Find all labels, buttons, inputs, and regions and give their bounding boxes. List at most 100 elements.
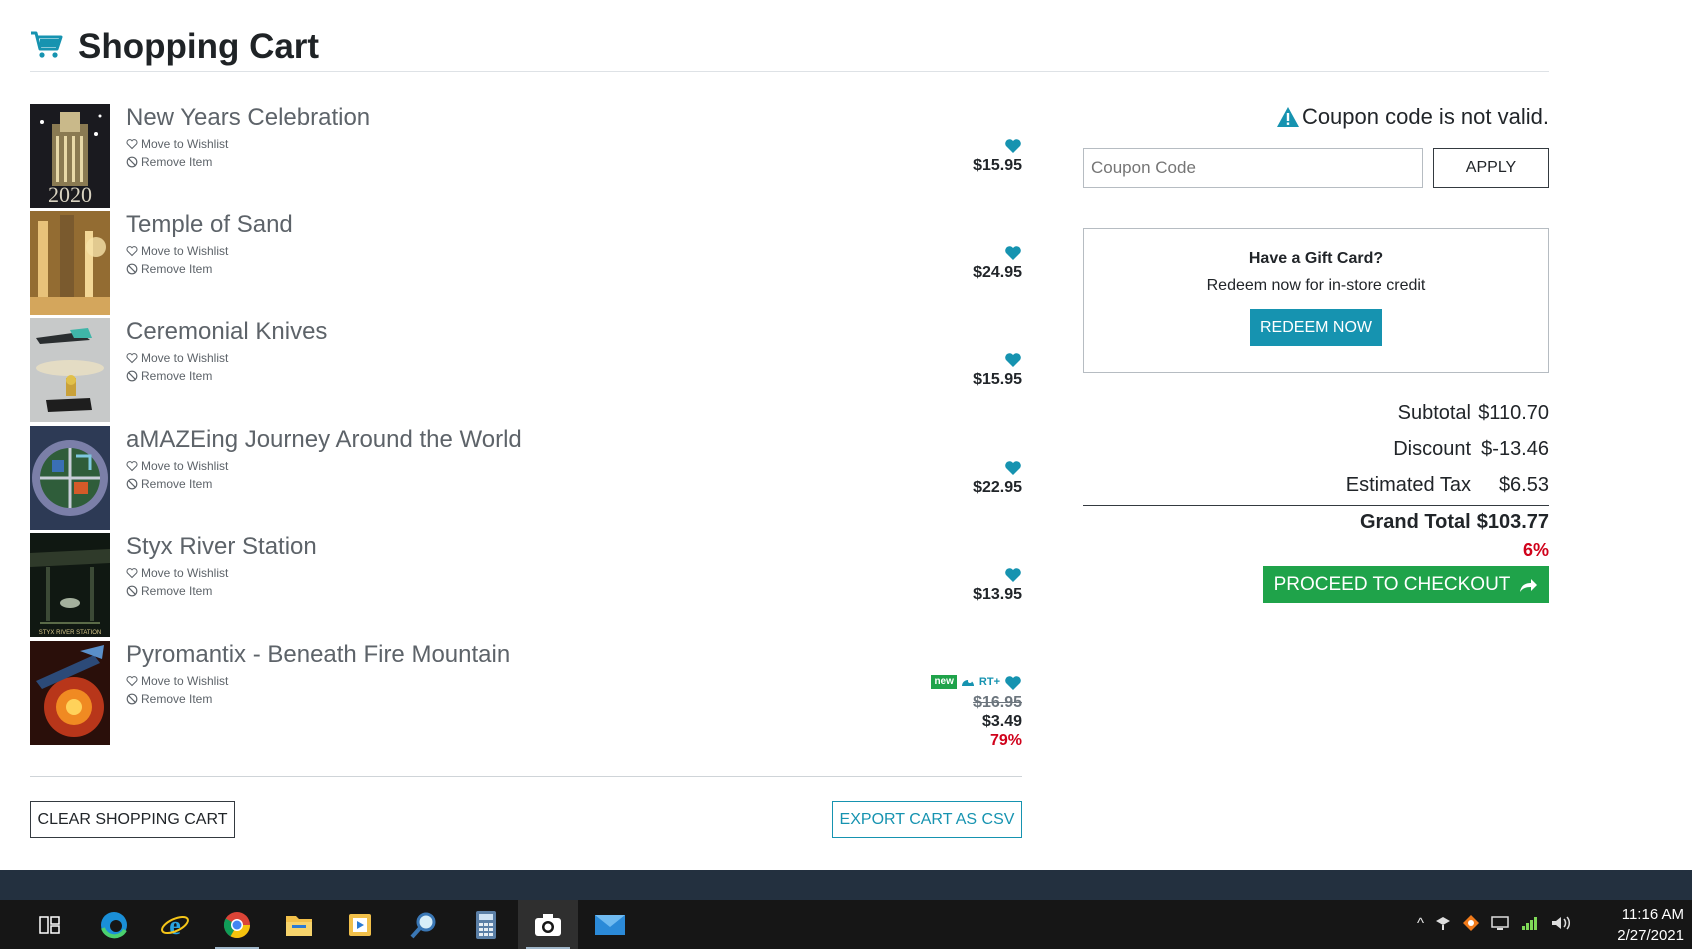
redeem-now-button[interactable]: REDEEM NOW xyxy=(1250,309,1382,346)
file-explorer-icon[interactable] xyxy=(269,900,329,949)
item-thumbnail[interactable] xyxy=(30,641,110,745)
item-title[interactable]: Styx River Station xyxy=(126,533,317,561)
item-thumbnail[interactable] xyxy=(30,318,110,422)
heart-outline-icon xyxy=(126,139,138,150)
heart-icon[interactable] xyxy=(1004,567,1022,583)
clear-cart-button[interactable]: CLEAR SHOPPING CART xyxy=(30,801,235,838)
item-title[interactable]: Ceremonial Knives xyxy=(126,318,327,346)
cart-item: Ceremonial Knives Move to Wishlist Remov… xyxy=(30,318,1022,423)
thumbnail-caption: 2020 xyxy=(48,182,92,207)
savings-percent: 6% xyxy=(1522,540,1549,560)
shopping-cart-page: Shopping Cart 2020 New Years Celebration… xyxy=(0,0,1692,870)
item-thumbnail[interactable]: 2020 xyxy=(30,104,110,208)
svg-text:e: e xyxy=(169,911,181,940)
subtotal-value: $110.70 xyxy=(1478,402,1549,424)
thumbnail-caption: STYX RIVER STATION xyxy=(39,630,101,636)
page-footer xyxy=(0,870,1692,900)
heart-icon[interactable] xyxy=(1004,352,1022,368)
wishlist-label: Move to Wishlist xyxy=(141,566,229,580)
wishlist-label: Move to Wishlist xyxy=(141,674,229,688)
platform-icon xyxy=(961,679,974,686)
clock-time: 11:16 AM xyxy=(1621,906,1684,923)
warning-icon xyxy=(1276,107,1299,127)
antivirus-icon[interactable] xyxy=(1462,914,1480,932)
cart-item: Pyromantix - Beneath Fire Mountain Move … xyxy=(30,641,1022,751)
remove-item-link[interactable]: Remove Item xyxy=(126,262,212,276)
remove-label: Remove Item xyxy=(141,692,213,706)
edge-browser-icon[interactable] xyxy=(84,900,144,949)
discount-label: Discount xyxy=(1393,438,1471,460)
proceed-to-checkout-button[interactable]: PROCEED TO CHECKOUT xyxy=(1263,566,1549,603)
chrome-browser-icon[interactable] xyxy=(207,900,267,949)
discount-row: Discount $-13.46 xyxy=(1393,438,1549,461)
signal-strength-icon[interactable] xyxy=(1520,915,1540,931)
remove-item-link[interactable]: Remove Item xyxy=(126,477,212,491)
new-badge: new xyxy=(931,675,957,689)
camera-app-icon[interactable] xyxy=(518,900,578,949)
export-csv-button[interactable]: EXPORT CART AS CSV xyxy=(832,801,1022,838)
remove-item-link[interactable]: Remove Item xyxy=(126,369,212,383)
volume-icon[interactable] xyxy=(1550,915,1572,931)
system-clock[interactable]: 11:16 AM 2/27/2021 xyxy=(1617,904,1684,946)
item-title[interactable]: aMAZEing Journey Around the World xyxy=(126,426,522,454)
chevron-up-icon[interactable]: ^ xyxy=(1417,915,1424,932)
item-price: $22.95 xyxy=(973,479,1022,496)
item-thumbnail[interactable]: STYX RIVER STATION xyxy=(30,533,110,637)
heart-icon[interactable] xyxy=(1004,245,1022,261)
item-thumbnail[interactable] xyxy=(30,211,110,315)
display-icon[interactable] xyxy=(1490,915,1510,931)
media-player-icon[interactable] xyxy=(330,900,390,949)
item-title[interactable]: Temple of Sand xyxy=(126,211,293,239)
tax-label: Estimated Tax xyxy=(1345,474,1471,496)
page-title: Shopping Cart xyxy=(78,27,320,66)
remove-label: Remove Item xyxy=(141,477,213,491)
internet-explorer-icon[interactable]: e xyxy=(145,900,205,949)
cart-item: STYX RIVER STATION Styx River Station Mo… xyxy=(30,533,1022,638)
wishlist-label: Move to Wishlist xyxy=(141,351,229,365)
move-to-wishlist-link[interactable]: Move to Wishlist xyxy=(126,674,228,688)
item-price: $24.95 xyxy=(973,264,1022,281)
item-discount-percent: 79% xyxy=(989,732,1022,749)
remove-item-link[interactable]: Remove Item xyxy=(126,584,212,598)
item-thumbnail[interactable] xyxy=(30,426,110,530)
item-price: $15.95 xyxy=(973,157,1022,174)
move-to-wishlist-link[interactable]: Move to Wishlist xyxy=(126,459,228,473)
magnifier-icon[interactable] xyxy=(394,900,454,949)
mail-app-icon[interactable] xyxy=(580,900,640,949)
heart-icon[interactable] xyxy=(1004,675,1022,691)
ban-icon xyxy=(126,693,138,705)
tax-row: Estimated Tax $6.53 xyxy=(1346,474,1549,497)
gift-card-subtitle: Redeem now for in-store credit xyxy=(1206,277,1426,294)
coupon-code-input[interactable] xyxy=(1083,148,1423,188)
cart-item: Temple of Sand Move to Wishlist Remove I… xyxy=(30,211,1022,316)
item-title[interactable]: Pyromantix - Beneath Fire Mountain xyxy=(126,641,510,669)
item-title[interactable]: New Years Celebration xyxy=(126,104,370,132)
task-view-icon[interactable] xyxy=(20,900,80,949)
grand-total-label: Grand Total xyxy=(1359,511,1471,533)
move-to-wishlist-link[interactable]: Move to Wishlist xyxy=(126,244,228,258)
remove-item-link[interactable]: Remove Item xyxy=(126,155,212,169)
cart-divider xyxy=(30,776,1022,777)
rt-badge: RT+ xyxy=(978,676,1000,688)
move-to-wishlist-link[interactable]: Move to Wishlist xyxy=(126,351,228,365)
item-badges: new RT+ xyxy=(931,675,1000,689)
wishlist-label: Move to Wishlist xyxy=(141,244,229,258)
apply-coupon-button[interactable]: APPLY xyxy=(1433,148,1549,188)
move-to-wishlist-link[interactable]: Move to Wishlist xyxy=(126,566,228,580)
coupon-error-text: Coupon code is not valid. xyxy=(1301,104,1549,129)
wishlist-label: Move to Wishlist xyxy=(141,137,229,151)
item-sale-price: $3.49 xyxy=(981,713,1022,730)
gift-card-panel: Have a Gift Card? Redeem now for in-stor… xyxy=(1083,228,1549,373)
remove-item-link[interactable]: Remove Item xyxy=(126,692,212,706)
cart-item: 2020 New Years Celebration Move to Wishl… xyxy=(30,104,1022,209)
ban-icon xyxy=(126,478,138,490)
heart-icon[interactable] xyxy=(1004,460,1022,476)
ban-icon xyxy=(126,156,138,168)
ban-icon xyxy=(126,263,138,275)
network-drive-icon[interactable] xyxy=(1434,915,1452,931)
summary-divider xyxy=(1083,505,1549,506)
remove-label: Remove Item xyxy=(141,155,213,169)
move-to-wishlist-link[interactable]: Move to Wishlist xyxy=(126,137,228,151)
heart-icon[interactable] xyxy=(1004,138,1022,154)
calculator-icon[interactable] xyxy=(456,900,516,949)
